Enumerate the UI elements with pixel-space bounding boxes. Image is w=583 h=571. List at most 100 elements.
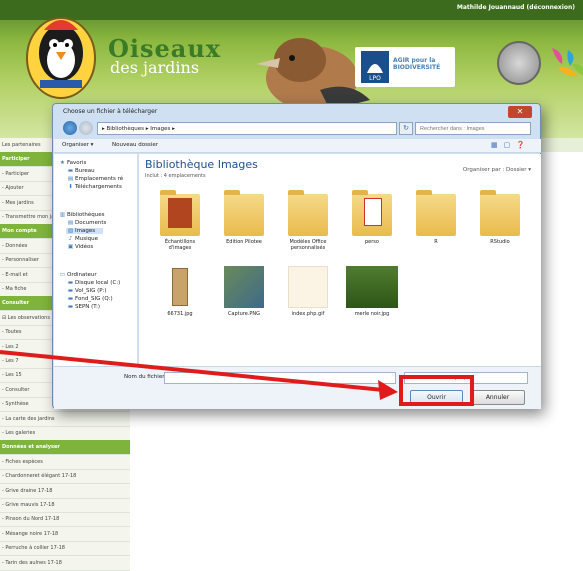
nav-item-icon: ▬	[67, 288, 74, 294]
nav-item[interactable]: ⬇ Téléchargements	[66, 184, 122, 190]
sidebar-item[interactable]: - Les galeries	[0, 426, 130, 441]
sidebar-item[interactable]: - Mésange noire 17-18	[0, 527, 130, 542]
file-item[interactable]: R	[409, 190, 463, 245]
nav-item-icon: ▥	[59, 212, 66, 218]
nav-item[interactable]: ▬ Fond_SIG (Q:)	[66, 296, 113, 302]
nav-item-label: Images	[75, 228, 96, 234]
search-input[interactable]	[415, 122, 531, 135]
file-item[interactable]: index.php.gif	[281, 266, 335, 317]
image-thumbnail-icon	[346, 266, 398, 308]
file-item-label: merle noir.jpg	[354, 311, 390, 317]
file-item[interactable]: Modèles Office personnalisés	[281, 190, 335, 251]
nav-item-icon: ▧	[67, 228, 74, 234]
filename-input[interactable]	[164, 372, 396, 384]
nav-item[interactable]: ▬ SEPN (T:)	[66, 304, 100, 310]
file-item[interactable]: Edition Pilotee	[217, 190, 271, 245]
nav-item-label: Fond_SIG (Q:)	[75, 296, 113, 302]
close-icon[interactable]: ✕	[508, 106, 532, 118]
lpo-label: LPO	[369, 75, 381, 82]
sidebar-item[interactable]: - Chardonneret élégant 17-18	[0, 469, 130, 485]
nav-item[interactable]: ▤ Documents	[66, 220, 106, 226]
agir-lpo-badge: LPO AGIR pour la BIODIVERSITÉ	[355, 47, 455, 87]
nav-item-icon: ♪	[68, 236, 73, 242]
sidebar-section-header[interactable]: Données et analyser	[0, 440, 130, 456]
nav-item[interactable]: ▭ Ordinateur	[58, 272, 97, 278]
sidebar-item[interactable]: - Fiches espèces	[0, 455, 130, 470]
filename-label: Nom du fichier :	[124, 374, 169, 380]
new-folder-button[interactable]: Nouveau dossier	[112, 142, 158, 148]
path-breadcrumb[interactable]: ▸ Bibliothèques ▸ Images ▸	[97, 122, 397, 135]
forward-arrow-icon[interactable]	[79, 121, 93, 135]
nav-item-icon: ★	[60, 160, 65, 166]
nav-item[interactable]: ▥ Bibliothèques	[58, 212, 105, 218]
nav-item-label: Vol_SIG (P:)	[75, 288, 107, 294]
folder-icon	[352, 190, 392, 236]
file-item[interactable]: RStudio	[473, 190, 527, 245]
file-list-pane: Bibliothèque Images Inclut : 4 emplaceme…	[139, 154, 541, 366]
folder-icon	[480, 190, 520, 236]
folder-icon	[288, 190, 328, 236]
nav-item[interactable]: ▣ Vidéos	[66, 244, 93, 250]
nav-item[interactable]: ▬ Vol_SIG (P:)	[66, 288, 107, 294]
view-options-icon[interactable]: ▦▢❓	[491, 141, 531, 149]
sidebar-item[interactable]: - Grive mauvis 17-18	[0, 498, 130, 513]
arrange-by-dropdown[interactable]: Organiser par : Dossier ▾	[463, 167, 531, 173]
file-item-label: 66731.jpg	[167, 311, 193, 317]
folder-icon	[160, 190, 200, 236]
file-item[interactable]: merle noir.jpg	[345, 266, 399, 317]
folder-icon	[416, 190, 456, 236]
nav-item[interactable]: ▬ Disque local (C:)	[66, 280, 120, 286]
file-item[interactable]: perso	[345, 190, 399, 245]
nav-item-icon: ▣	[67, 244, 74, 250]
file-item[interactable]: Capture.PNG	[217, 266, 271, 317]
file-item[interactable]: 66731.jpg	[153, 266, 207, 317]
nav-item-label: Favoris	[67, 160, 87, 166]
dialog-title: Choose un fichier à télécharger	[63, 108, 158, 115]
refresh-icon[interactable]: ↻	[399, 122, 413, 135]
nav-item-label: Emplacements ré	[75, 176, 124, 182]
file-item-label: Échantillons d'images	[164, 239, 196, 251]
back-arrow-icon[interactable]	[63, 121, 77, 135]
nav-item-label: Ordinateur	[67, 272, 97, 278]
nav-item-icon: ▬	[67, 304, 74, 310]
file-item-label: index.php.gif	[291, 311, 325, 317]
nav-item-label: SEPN (T:)	[75, 304, 101, 310]
file-item-label: Edition Pilotee	[226, 239, 262, 245]
nav-item-label: Musique	[75, 236, 98, 242]
nav-item[interactable]: ▤ Emplacements ré	[66, 176, 123, 182]
nav-item[interactable]: ▬ Bureau	[66, 168, 95, 174]
agir-text: AGIR pour la BIODIVERSITÉ	[393, 57, 441, 71]
nav-item-icon: ▭	[59, 272, 66, 278]
biodiversity-logo-icon	[552, 48, 583, 77]
nav-item-label: Téléchargements	[75, 184, 122, 190]
screenshot-frame: Mathilde Jouannaud (déconnexion) Oiseaux…	[0, 0, 583, 571]
nav-item-icon: ▬	[67, 296, 74, 302]
sidebar-item[interactable]: - La carte des jardins	[0, 412, 130, 427]
sidebar-item[interactable]: - Perruche à collier 17-18	[0, 541, 130, 557]
sidebar-item[interactable]: - Pinson du Nord 17-18	[0, 512, 130, 528]
nav-item-icon: ⬇	[68, 184, 73, 190]
nav-item-icon: ▤	[67, 220, 74, 226]
nav-item-label: Disque local (C:)	[75, 280, 121, 286]
nav-item-label: Vidéos	[75, 244, 94, 250]
nav-item-label: Documents	[75, 220, 107, 226]
sidebar-item[interactable]: - Tarin des aulnes 17-18	[0, 556, 130, 571]
organize-menu-button[interactable]: Organiser ▾	[62, 142, 93, 148]
penguin-logo-icon	[26, 17, 96, 99]
lpo-logo-icon: LPO	[361, 51, 389, 83]
nav-item-icon: ▬	[67, 280, 74, 286]
cancel-button[interactable]: Annuler	[470, 390, 525, 405]
user-account-link[interactable]: Mathilde Jouannaud (déconnexion)	[457, 4, 575, 11]
image-thumbnail-icon	[288, 266, 328, 308]
logo-subtitle: des jardins	[110, 58, 200, 77]
nav-item[interactable]: ♪ Musique	[66, 236, 98, 242]
navigation-pane: ★ Favoris ▬ Bureau ▤ Emplacements ré ⬇ Téléchar…	[54, 154, 138, 389]
sidebar-item[interactable]: - Grive draine 17-18	[0, 484, 130, 499]
image-thumbnail-icon	[224, 266, 264, 308]
file-item-label: Capture.PNG	[227, 311, 261, 317]
file-item-label: R	[434, 239, 438, 245]
file-item-label: perso	[365, 239, 379, 245]
nav-item[interactable]: ★ Favoris	[58, 160, 86, 166]
nav-item[interactable]: ▧ Images	[66, 228, 104, 234]
file-item[interactable]: Échantillons d'images	[153, 190, 207, 251]
